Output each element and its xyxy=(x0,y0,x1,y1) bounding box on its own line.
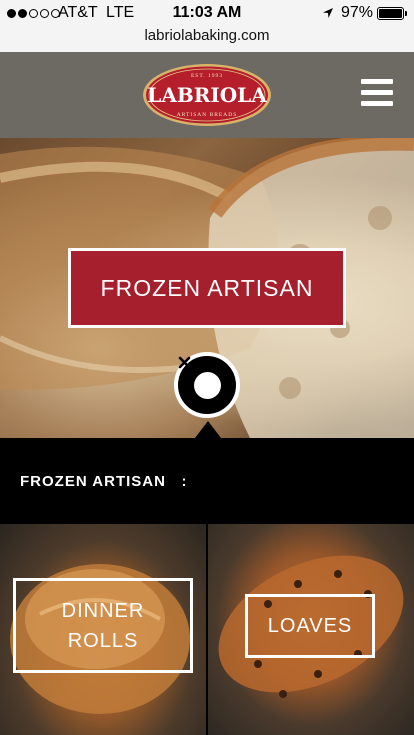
logo-name-text: LABRIOLA xyxy=(147,83,267,107)
site-header: EST. 1993 LABRIOLA ARTISAN BREADS xyxy=(0,52,414,138)
panel-title: FROZEN ARTISAN : xyxy=(20,473,188,490)
product-tiles: DINNER ROLLS LOAVES xyxy=(0,524,414,735)
logo-tagline-text: ARTISAN BREADS xyxy=(177,112,238,118)
tile-dinner-rolls[interactable]: DINNER ROLLS xyxy=(0,524,206,735)
category-panel: FROZEN ARTISAN : DINNER ROLLS LOAVES xyxy=(0,421,414,735)
address-bar-url[interactable]: labriolabaking.com xyxy=(0,27,414,44)
labriola-logo[interactable]: EST. 1993 LABRIOLA ARTISAN BREADS xyxy=(142,63,272,127)
status-bar: AT&T LTE 11:03 AM 97% labriolabaking.com xyxy=(0,0,414,52)
hero-banner: FROZEN ARTISAN xyxy=(0,138,414,438)
close-button[interactable] xyxy=(174,352,240,418)
tile-label: LOAVES xyxy=(245,594,375,658)
close-icon xyxy=(178,356,191,369)
frozen-artisan-banner-button[interactable]: FROZEN ARTISAN xyxy=(68,248,346,328)
logo-est-text: EST. 1993 xyxy=(191,73,223,79)
banner-label: FROZEN ARTISAN xyxy=(100,274,314,301)
hamburger-menu-button[interactable] xyxy=(361,79,395,107)
battery-icon xyxy=(377,7,407,20)
panel-pointer xyxy=(195,421,221,438)
hamburger-icon xyxy=(361,79,393,84)
location-arrow-icon xyxy=(323,8,333,18)
battery-percent: 97% xyxy=(341,4,374,21)
tile-loaves[interactable]: LOAVES xyxy=(208,524,414,735)
tile-label: DINNER ROLLS xyxy=(13,578,193,673)
